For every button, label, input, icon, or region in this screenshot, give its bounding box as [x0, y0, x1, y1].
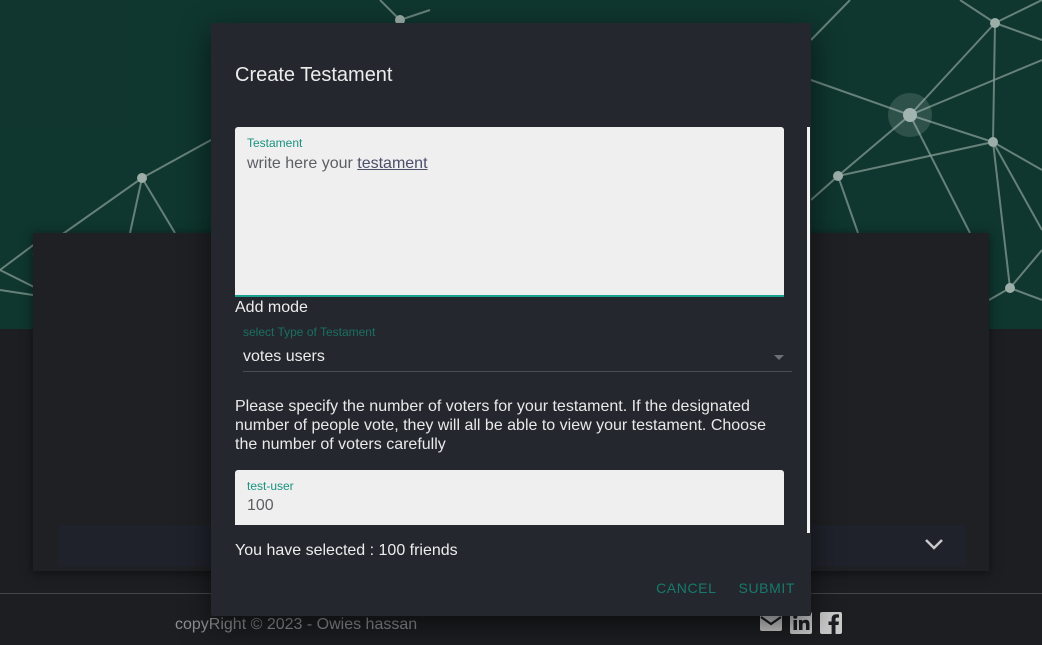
testament-type-select[interactable]: select Type of Testament votes users [243, 325, 792, 372]
voters-info-text: Please specify the number of voters for … [235, 398, 766, 453]
dialog-actions: CANCEL SUBMIT [656, 580, 795, 596]
select-label: select Type of Testament [243, 325, 376, 339]
select-value: votes users [243, 348, 325, 365]
scrollbar[interactable] [807, 127, 810, 533]
dropdown-arrow-icon[interactable] [774, 355, 784, 360]
create-testament-dialog: Create Testament Testament write here yo… [211, 23, 811, 616]
test-user-field[interactable]: test-user 100 [235, 470, 784, 525]
testament-textarea[interactable]: Testament write here your testament [235, 127, 784, 297]
submit-button[interactable]: SUBMIT [739, 580, 796, 596]
testament-label: Testament [247, 136, 303, 150]
test-user-value[interactable]: 100 [247, 497, 274, 515]
cancel-button[interactable]: CANCEL [656, 580, 716, 596]
dialog-title: Create Testament [235, 64, 393, 86]
testament-value[interactable]: write here your testament [247, 155, 428, 173]
testament-value-link: testament [357, 155, 428, 172]
add-mode-label: Add mode [235, 299, 308, 316]
testament-value-prefix: write here your [247, 155, 358, 172]
selected-count-text: You have selected : 100 friends [235, 542, 458, 559]
test-user-label: test-user [247, 479, 294, 493]
